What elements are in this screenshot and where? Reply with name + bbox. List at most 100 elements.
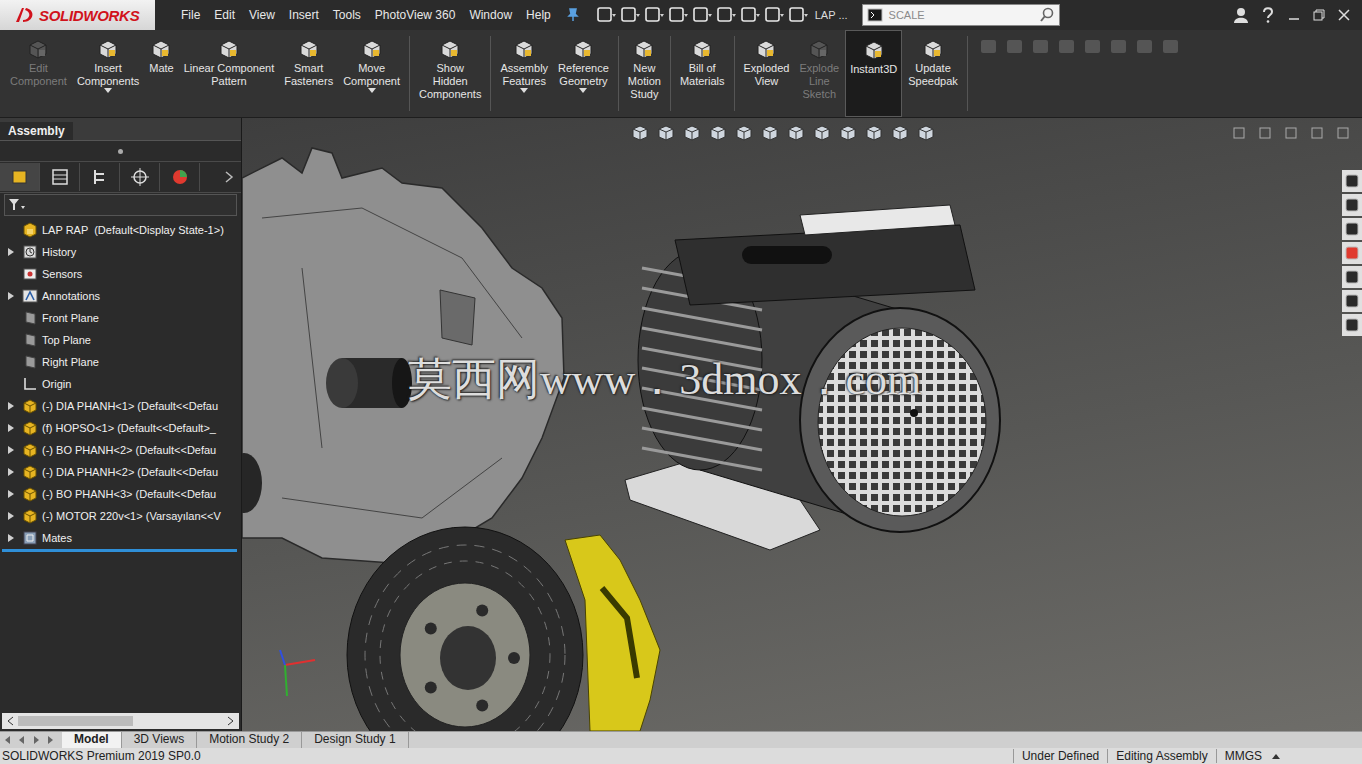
toolbar-icon[interactable] [619,5,641,25]
tree-item[interactable]: (-) DIA PHANH<1> (Default<<Defau [0,395,241,417]
tree-item[interactable]: (-) BO PHANH<3> (Default<<Defau [0,483,241,505]
view-tool-icon[interactable] [812,124,832,142]
view-tool-icon[interactable] [760,124,780,142]
pin-icon[interactable] [565,7,581,23]
view-tool-icon[interactable] [656,124,676,142]
scroll-left-icon[interactable] [6,716,16,726]
menu-item[interactable]: Edit [214,8,235,22]
document-tab[interactable]: Motion Study 2 [197,732,302,748]
task-pane-tab[interactable] [1342,314,1362,336]
tree-item[interactable]: Annotations [0,285,241,307]
expand-arrow-icon[interactable] [7,401,15,411]
task-pane-tab[interactable] [1342,290,1362,312]
dropdown-arrow-icon[interactable] [368,88,376,94]
ribbon-button[interactable]: UpdateSpeedpak [904,30,962,117]
document-tab[interactable]: 3D Views [122,732,197,748]
view-tool-icon[interactable] [734,124,754,142]
menu-item[interactable]: File [181,8,200,22]
ribbon-button[interactable]: MoveComponent [339,30,404,117]
ribbon-button[interactable]: Linear ComponentPattern [180,30,279,117]
expand-arrow-icon[interactable] [7,467,15,477]
view-tool-icon[interactable] [630,124,650,142]
tree-item[interactable]: Mates [0,527,241,549]
toolbar-icon[interactable] [643,5,665,25]
tree-item[interactable]: (-) BO PHANH<2> (Default<<Defau [0,439,241,461]
panel-tab[interactable] [160,163,200,191]
view-tool-icon[interactable] [786,124,806,142]
viewport-control-icon[interactable] [1258,126,1272,140]
viewport-control-icon[interactable] [1232,126,1246,140]
expand-arrow-icon[interactable] [7,445,15,455]
status-field[interactable]: Under Defined [1013,749,1107,763]
view-tool-icon[interactable] [682,124,702,142]
expand-arrow-icon[interactable] [7,533,15,543]
tree-root[interactable]: LAP RAP (Default<Display State-1>) [0,219,241,241]
tree-item[interactable]: History [0,241,241,263]
tab-nav-icon[interactable] [30,734,42,746]
ribbon-button[interactable]: InsertComponents [73,30,143,117]
tree-item[interactable]: Front Plane [0,307,241,329]
status-field[interactable]: MMGS [1216,749,1270,763]
task-pane-tab[interactable] [1342,194,1362,216]
view-tool-icon[interactable] [864,124,884,142]
units-menu-icon[interactable] [1270,751,1282,761]
toolbar-icon[interactable] [739,5,761,25]
close-icon[interactable] [1336,7,1352,23]
ribbon-button[interactable]: ExplodedView [740,30,794,117]
ribbon-button[interactable]: ReferenceGeometry [554,30,613,117]
menu-item[interactable]: Help [526,8,551,22]
dropdown-arrow-icon[interactable] [579,88,587,94]
menu-item[interactable]: Insert [289,8,319,22]
viewport-control-icon[interactable] [1284,126,1298,140]
task-pane-tab[interactable] [1342,242,1362,264]
tab-nav-icon[interactable] [16,734,28,746]
toolbar-icon[interactable] [691,5,713,25]
view-tool-icon[interactable] [890,124,910,142]
ribbon-button[interactable]: SmartFasteners [280,30,337,117]
toolbar-icon[interactable] [667,5,689,25]
ribbon-button[interactable]: ExplodeLineSketch [795,30,843,117]
ribbon-button[interactable]: EditComponent [6,30,71,117]
filter-box[interactable] [4,194,237,216]
graphics-area[interactable]: 莫西网www．3dmox．com [242,118,1362,731]
dropdown-arrow-icon[interactable] [104,88,112,94]
panel-tab[interactable] [40,163,80,191]
ribbon-button[interactable]: Instant3D [845,30,902,117]
search-icon[interactable] [1039,7,1055,23]
toolbar-icon[interactable] [595,5,617,25]
ribbon-button[interactable]: Mate [145,30,177,117]
tree-item[interactable]: (-) DIA PHANH<2> (Default<<Defau [0,461,241,483]
help-icon[interactable] [1259,6,1277,24]
tree-item[interactable]: Sensors [0,263,241,285]
expand-arrow-icon[interactable] [7,423,15,433]
tree-item[interactable]: Right Plane [0,351,241,373]
expand-arrow-icon[interactable] [7,489,15,499]
panel-tab[interactable] [0,163,40,191]
status-field[interactable]: Editing Assembly [1107,749,1215,763]
panel-tab[interactable] [80,163,120,191]
expand-arrow-icon[interactable] [7,291,15,301]
menu-item[interactable]: Tools [333,8,361,22]
toolbar-icon[interactable] [763,5,785,25]
logo[interactable]: SOLIDWORKS [0,0,155,30]
task-pane-tab[interactable] [1342,218,1362,240]
tree-item[interactable]: Top Plane [0,329,241,351]
document-tab[interactable]: Model [62,732,122,748]
minimize-icon[interactable] [1286,7,1302,23]
scroll-thumb[interactable] [18,716,133,726]
restore-icon[interactable] [1311,7,1327,23]
panel-splitter[interactable] [0,141,241,162]
task-pane-tab[interactable] [1342,170,1362,192]
tab-nav-icon[interactable] [2,734,14,746]
view-tool-icon[interactable] [708,124,728,142]
viewport-control-icon[interactable] [1310,126,1324,140]
menu-item[interactable]: Window [469,8,512,22]
more-tabs-icon[interactable] [223,170,235,184]
toolbar-icon[interactable] [787,5,809,25]
view-tool-icon[interactable] [838,124,858,142]
dropdown-arrow-icon[interactable] [520,88,528,94]
tree-item[interactable]: Origin [0,373,241,395]
tree-item[interactable]: (f) HOPSO<1> (Default<<Default>_ [0,417,241,439]
tree-item[interactable]: (-) MOTOR 220v<1> (Varsayılan<<V [0,505,241,527]
document-tab[interactable]: Design Study 1 [302,732,408,748]
